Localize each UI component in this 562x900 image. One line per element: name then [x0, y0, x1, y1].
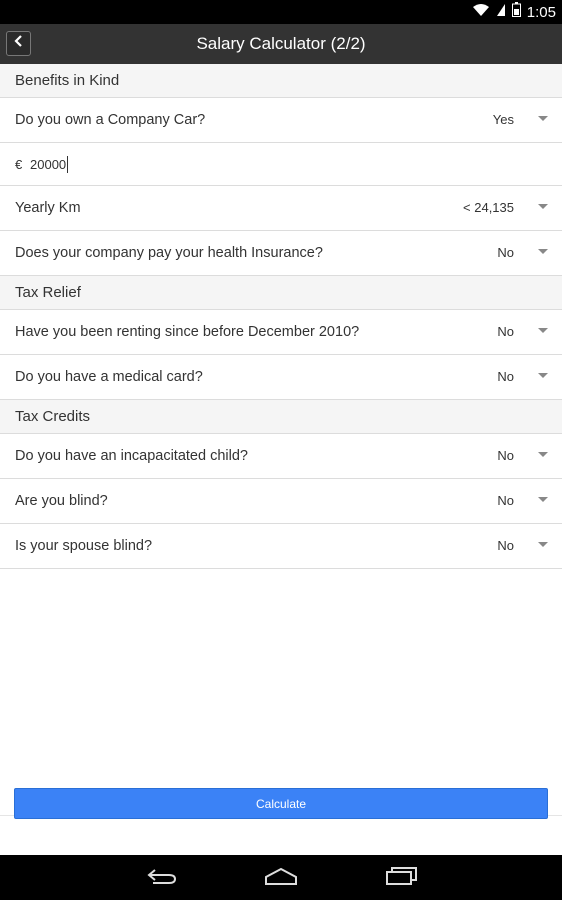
status-time: 1:05	[526, 3, 556, 21]
status-icons: 1:05	[472, 0, 556, 24]
incapacitated-child-label: Do you have an incapacitated child?	[15, 448, 248, 464]
back-chevron-icon	[13, 34, 25, 53]
spouse-blind-select[interactable]: No	[497, 524, 514, 568]
nav-recents-button[interactable]	[381, 865, 421, 891]
renting-select[interactable]: No	[497, 310, 514, 354]
spouse-blind-row[interactable]: Is your spouse blind? No	[0, 524, 562, 569]
nav-back-button[interactable]	[142, 865, 182, 891]
blind-label: Are you blind?	[15, 493, 108, 509]
section-header-benefits: Benefits in Kind	[0, 64, 562, 98]
dropdown-caret-icon[interactable]	[538, 249, 548, 254]
health-insurance-row[interactable]: Does your company pay your health Insura…	[0, 231, 562, 276]
nav-recents-icon	[384, 866, 418, 891]
yearly-km-label: Yearly Km	[15, 200, 81, 216]
blind-select[interactable]: No	[497, 479, 514, 523]
status-bar: 1:05	[0, 0, 562, 24]
medical-card-row[interactable]: Do you have a medical card? No	[0, 355, 562, 400]
section-header-tax-relief: Tax Relief	[0, 276, 562, 310]
back-button[interactable]	[6, 31, 31, 56]
company-car-row[interactable]: Do you own a Company Car? Yes	[0, 98, 562, 143]
car-value-input[interactable]	[30, 154, 330, 174]
dropdown-caret-icon[interactable]	[538, 116, 548, 121]
dropdown-caret-icon[interactable]	[538, 497, 548, 502]
form-content: Benefits in Kind Do you own a Company Ca…	[0, 64, 562, 569]
text-cursor	[67, 156, 68, 173]
action-bar: Salary Calculator (2/2)	[0, 24, 562, 64]
health-insurance-label: Does your company pay your health Insura…	[15, 245, 323, 261]
nav-back-icon	[145, 866, 179, 891]
yearly-km-row[interactable]: Yearly Km < 24,135	[0, 186, 562, 231]
yearly-km-select[interactable]: < 24,135	[463, 186, 514, 230]
blind-row[interactable]: Are you blind? No	[0, 479, 562, 524]
dropdown-caret-icon[interactable]	[538, 542, 548, 547]
car-value-row: €	[0, 143, 562, 186]
page-title: Salary Calculator (2/2)	[196, 34, 366, 53]
signal-icon	[496, 3, 506, 22]
currency-symbol: €	[15, 157, 23, 172]
health-insurance-select[interactable]: No	[497, 231, 514, 275]
renting-label: Have you been renting since before Decem…	[15, 324, 360, 340]
wifi-icon	[472, 3, 490, 22]
battery-icon	[511, 2, 521, 22]
system-nav-bar	[0, 855, 562, 900]
nav-home-button[interactable]	[261, 865, 301, 891]
incapacitated-child-select[interactable]: No	[497, 434, 514, 478]
medical-card-select[interactable]: No	[497, 355, 514, 399]
medical-card-label: Do you have a medical card?	[15, 369, 203, 385]
renting-row[interactable]: Have you been renting since before Decem…	[0, 310, 562, 355]
dropdown-caret-icon[interactable]	[538, 452, 548, 457]
company-car-select[interactable]: Yes	[493, 98, 514, 142]
dropdown-caret-icon[interactable]	[538, 373, 548, 378]
section-header-tax-credits: Tax Credits	[0, 400, 562, 434]
company-car-label: Do you own a Company Car?	[15, 112, 206, 128]
spouse-blind-label: Is your spouse blind?	[15, 538, 153, 554]
incapacitated-child-row[interactable]: Do you have an incapacitated child? No	[0, 434, 562, 479]
calculate-button[interactable]: Calculate	[14, 788, 548, 819]
dropdown-caret-icon[interactable]	[538, 328, 548, 333]
dropdown-caret-icon[interactable]	[538, 204, 548, 209]
nav-home-icon	[263, 866, 299, 891]
